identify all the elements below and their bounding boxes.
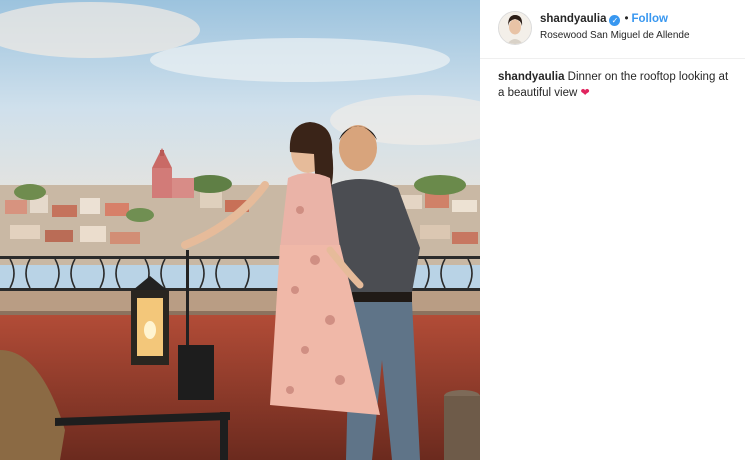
avatar[interactable]: [498, 11, 532, 45]
rooftop-couple-photo: [0, 0, 480, 460]
post-caption: shandyaulia Dinner on the rooftop lookin…: [498, 69, 736, 101]
location-link[interactable]: Rosewood San Miguel de Allende: [540, 30, 690, 41]
separator-dot: •: [624, 13, 629, 25]
follow-button[interactable]: Follow: [632, 13, 668, 25]
username-link[interactable]: shandyaulia: [540, 13, 606, 25]
post-sidebar: shandyaulia ✓ • Follow Rosewood San Miguel …: [480, 0, 745, 460]
header-user-line: shandyaulia ✓ • Follow: [540, 13, 668, 26]
post-header: shandyaulia ✓ • Follow Rosewood San Miguel …: [480, 0, 745, 59]
verified-badge-icon: ✓: [609, 15, 621, 26]
heart-emoji-icon: ❤: [580, 87, 590, 99]
avatar-image: [499, 12, 531, 44]
post-photo[interactable]: [0, 0, 480, 460]
caption-username-link[interactable]: shandyaulia: [498, 71, 564, 83]
